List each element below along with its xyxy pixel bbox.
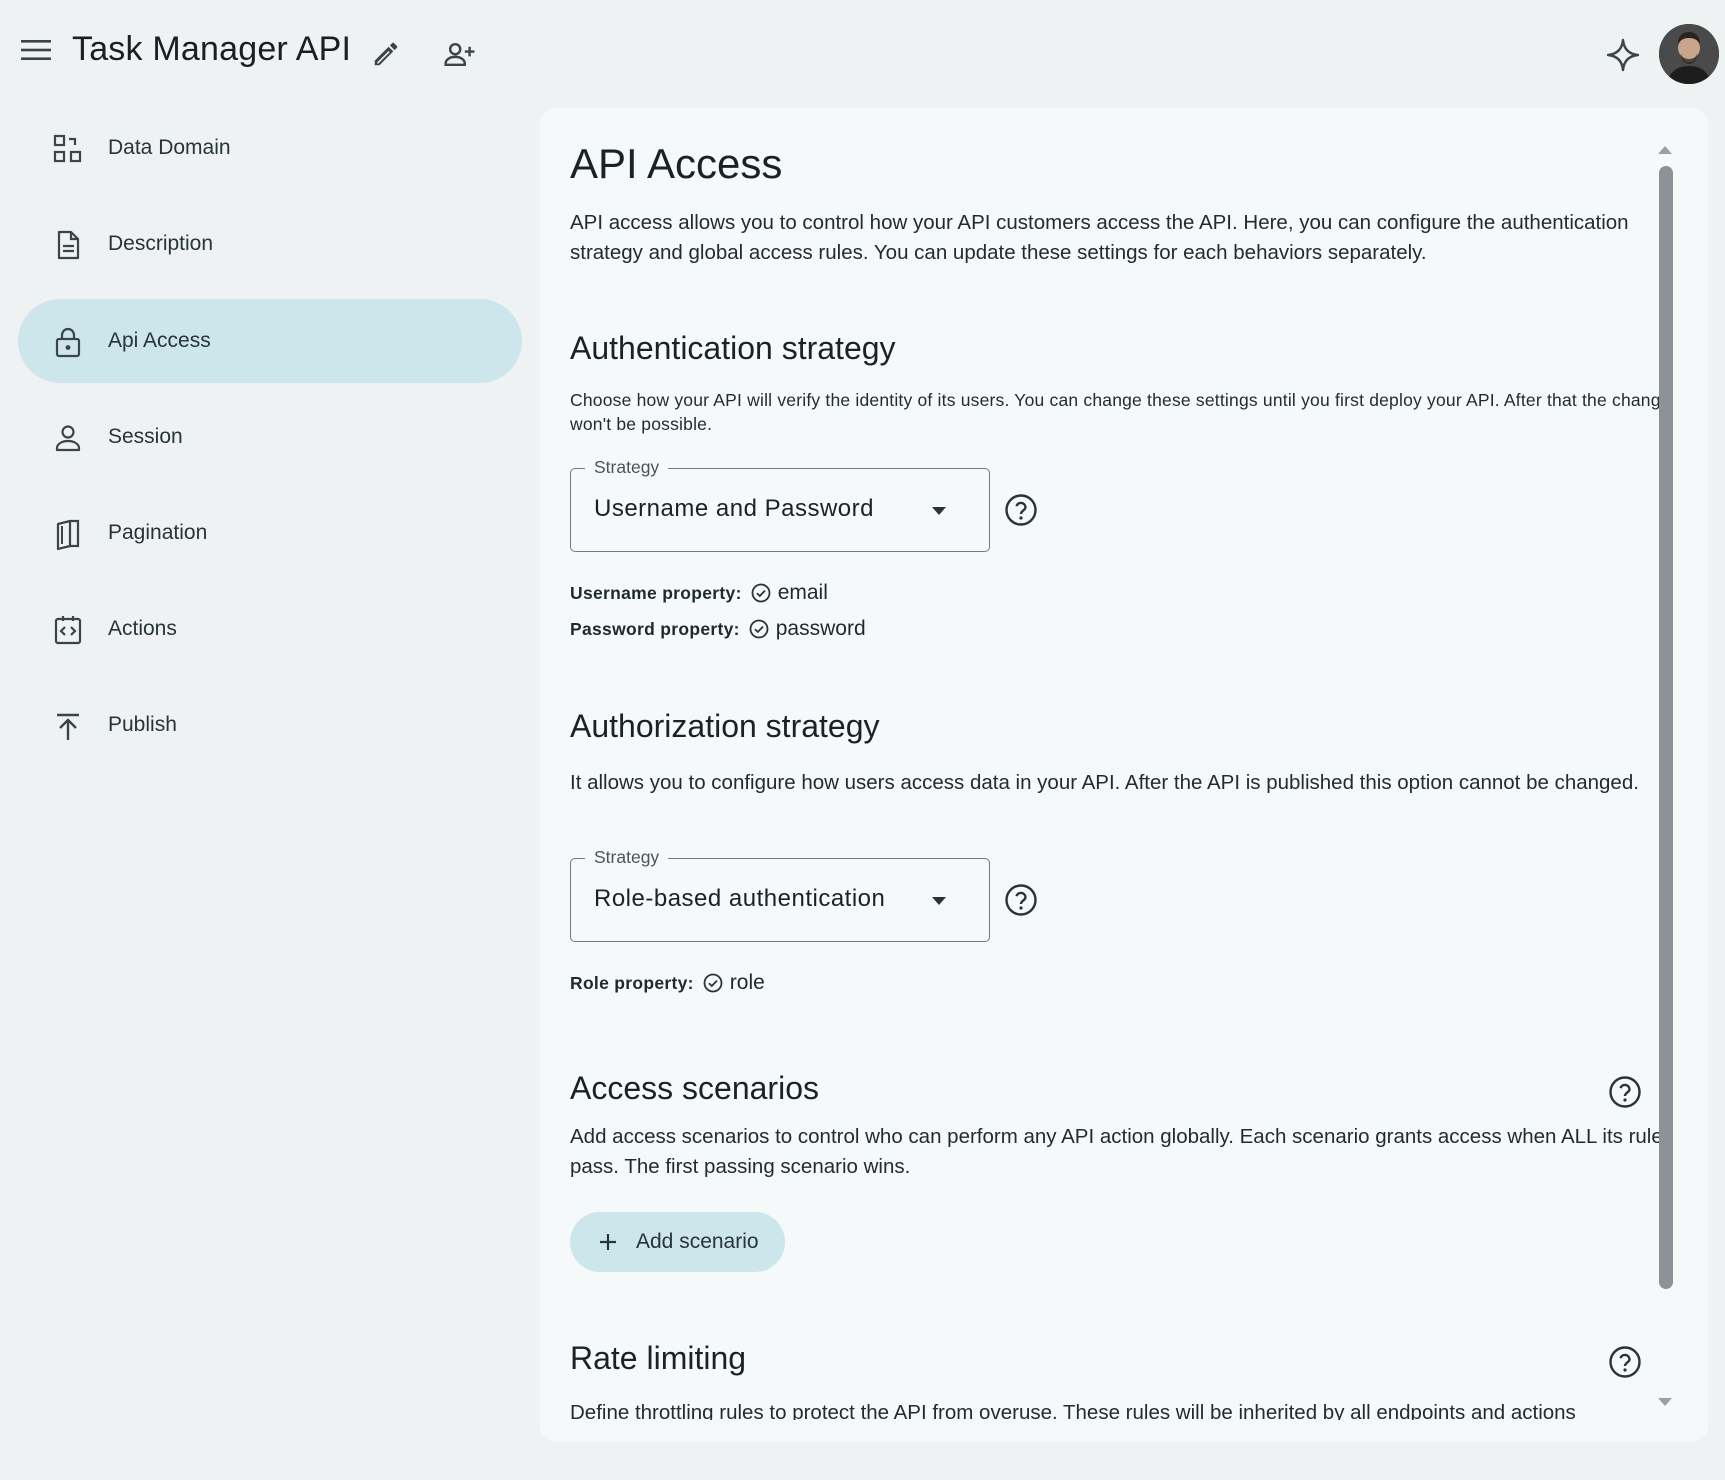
pencil-icon[interactable] bbox=[364, 32, 408, 76]
main-panel: API Access API access allows you to cont… bbox=[540, 108, 1708, 1442]
authentication-description: Choose how your API will verify the iden… bbox=[570, 390, 1671, 434]
sparkle-icon[interactable] bbox=[1600, 32, 1646, 78]
caret-down-icon bbox=[932, 897, 946, 905]
person-icon bbox=[55, 425, 81, 452]
sidebar-item-data-domain[interactable]: Data Domain bbox=[18, 106, 522, 190]
authorization-strategy-select[interactable]: Strategy Role-based authentication bbox=[570, 847, 990, 942]
sidebar-item-label: Api Access bbox=[108, 329, 211, 352]
access-scenarios-heading: Access scenarios bbox=[570, 1070, 819, 1106]
intro-text: API access allows you to control how you… bbox=[570, 211, 1629, 264]
lock-icon bbox=[55, 327, 81, 358]
sidebar-item-session[interactable]: Session bbox=[18, 395, 522, 479]
role-property-value: role bbox=[729, 971, 765, 994]
password-property-row: Password property: password bbox=[570, 617, 866, 641]
authorization-heading: Authorization strategy bbox=[570, 708, 880, 744]
help-icon[interactable] bbox=[1608, 1345, 1642, 1379]
menu-icon[interactable] bbox=[14, 28, 58, 72]
authentication-heading: Authentication strategy bbox=[570, 330, 896, 366]
sidebar-item-label: Data Domain bbox=[108, 136, 231, 159]
scrollbar-thumb[interactable] bbox=[1659, 166, 1673, 1289]
data-domain-icon bbox=[53, 134, 82, 163]
access-scenarios-description: Add access scenarios to control who can … bbox=[570, 1125, 1674, 1178]
scroll-down-arrow-icon[interactable] bbox=[1658, 1398, 1672, 1406]
help-icon[interactable] bbox=[1004, 883, 1038, 917]
check-circle-icon bbox=[749, 619, 769, 639]
help-icon[interactable] bbox=[1608, 1075, 1642, 1109]
help-icon[interactable] bbox=[1004, 493, 1038, 527]
select-label: Strategy bbox=[585, 457, 669, 478]
app-title: Task Manager API bbox=[72, 30, 352, 68]
add-scenario-label: Add scenario bbox=[636, 1230, 759, 1253]
code-icon bbox=[54, 616, 82, 645]
page-title: API Access bbox=[570, 140, 783, 187]
username-property-value: email bbox=[777, 581, 828, 604]
authorization-description: It allows you to configure how users acc… bbox=[570, 771, 1639, 794]
book-icon bbox=[56, 519, 80, 550]
sidebar-item-actions[interactable]: Actions bbox=[18, 587, 522, 671]
sidebar-item-label: Description bbox=[108, 232, 214, 255]
scroll-up-arrow-icon[interactable] bbox=[1658, 146, 1672, 154]
password-property-value: password bbox=[775, 617, 866, 640]
check-circle-icon bbox=[751, 583, 771, 603]
username-property-label: Username property: bbox=[570, 582, 742, 603]
username-property-row: Username property: email bbox=[570, 581, 828, 605]
sidebar-item-publish[interactable]: Publish bbox=[18, 683, 522, 767]
person-add-icon[interactable] bbox=[436, 32, 484, 76]
top-bar: Task Manager API bbox=[0, 0, 1725, 108]
document-icon bbox=[57, 230, 80, 260]
select-value: Role-based authentication bbox=[594, 885, 886, 912]
upload-icon bbox=[57, 713, 79, 740]
rate-limiting-description: Define throttling rules to protect the A… bbox=[570, 1401, 1576, 1420]
avatar[interactable] bbox=[1659, 24, 1719, 84]
check-circle-icon bbox=[703, 973, 723, 993]
select-label: Strategy bbox=[585, 847, 669, 868]
role-property-label: Role property: bbox=[570, 972, 694, 993]
sidebar-item-label: Publish bbox=[108, 713, 177, 736]
sidebar-item-description[interactable]: Description bbox=[18, 202, 522, 286]
rate-limiting-heading: Rate limiting bbox=[570, 1340, 747, 1376]
sidebar-item-label: Actions bbox=[108, 617, 177, 640]
role-property-row: Role property: role bbox=[570, 971, 765, 995]
sidebar-item-label: Session bbox=[108, 425, 183, 448]
sidebar-item-pagination[interactable]: Pagination bbox=[18, 491, 522, 575]
plus-icon bbox=[600, 1234, 616, 1250]
caret-down-icon bbox=[932, 507, 946, 515]
add-scenario-button[interactable]: Add scenario bbox=[570, 1212, 785, 1272]
sidebar-item-label: Pagination bbox=[108, 521, 208, 544]
sidebar-item-api-access[interactable]: Api Access bbox=[18, 299, 522, 383]
select-value: Username and Password bbox=[594, 495, 874, 522]
authentication-strategy-select[interactable]: Strategy Username and Password bbox=[570, 457, 990, 552]
password-property-label: Password property: bbox=[570, 618, 740, 639]
